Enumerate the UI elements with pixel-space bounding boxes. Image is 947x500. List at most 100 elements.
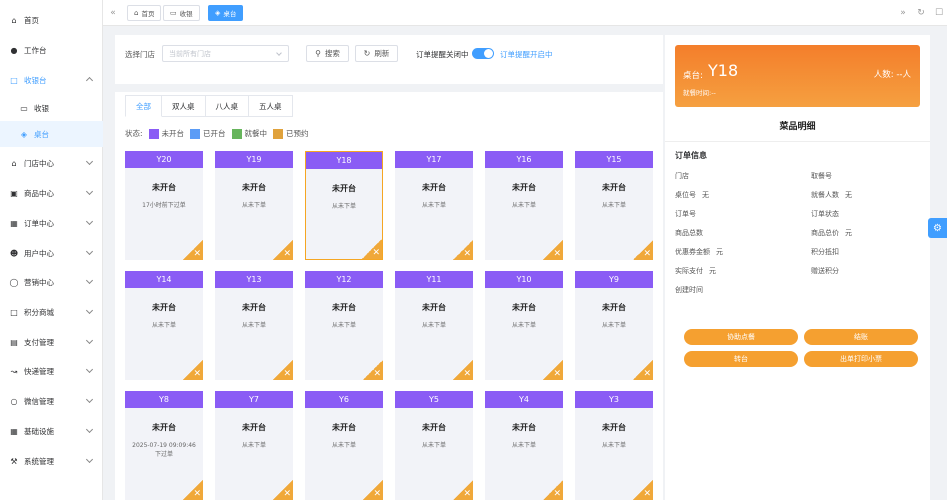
table-card[interactable]: Y5 未开台 从未下单 ✕ xyxy=(395,391,473,500)
table-card[interactable]: Y7 未开台 从未下单 ✕ xyxy=(215,391,293,500)
close-icon: ✕ xyxy=(283,489,291,499)
table-card[interactable]: Y13 未开台 从未下单 ✕ xyxy=(215,271,293,380)
sidebar-item-product-center[interactable]: ▣ 商品中心 xyxy=(0,180,103,206)
tab-eight-person[interactable]: 八人桌 xyxy=(205,95,249,117)
table-name: Y19 xyxy=(215,151,293,168)
table-order-note: 从未下单 xyxy=(241,322,266,329)
field-pickup-number: 取餐号 xyxy=(811,171,838,181)
sidebar-item-wechat[interactable]: ○ 微信管理 xyxy=(0,388,103,414)
tab-label: 桌台 xyxy=(223,10,237,18)
chevron-down-icon xyxy=(85,336,94,345)
sidebar-item-order-center[interactable]: ▦ 订单中心 xyxy=(0,210,103,236)
legend-item: 已开台 xyxy=(190,128,226,139)
sidebar-item-user-center[interactable]: ☻ 用户中心 xyxy=(0,240,103,266)
tab-tables[interactable]: ◈ 桌台 xyxy=(208,5,244,21)
table-name: Y14 xyxy=(125,271,203,288)
field-key: 商品总价 xyxy=(811,229,839,237)
field-value: 元 xyxy=(845,229,852,237)
tab-five-person[interactable]: 五人桌 xyxy=(249,95,293,117)
tab-two-person[interactable]: 双人桌 xyxy=(162,95,206,117)
legend-item: 未开台 xyxy=(148,128,185,139)
sidebar-item-checkout[interactable]: ▭ 收银 xyxy=(0,95,103,121)
close-icon: ✕ xyxy=(463,489,471,499)
sidebar-item-label: 营销中心 xyxy=(24,277,54,287)
store-select[interactable]: 当前所有门店 xyxy=(162,45,289,62)
sidebar-item-express[interactable]: ↝ 快递管理 xyxy=(0,358,103,384)
close-tabs-icon[interactable]: ☐ xyxy=(931,5,947,21)
sidebar-item-system[interactable]: ⚒ 系统管理 xyxy=(0,448,103,474)
table-order-note: 从未下单 xyxy=(421,202,446,209)
close-icon: ✕ xyxy=(193,249,201,259)
table-corner-badge: ✕ xyxy=(543,480,563,500)
refresh-button[interactable]: ↻ 刷新 xyxy=(355,45,398,62)
chevron-down-icon xyxy=(85,365,94,374)
table-corner-badge: ✕ xyxy=(363,360,383,380)
sidebar-item-points-mall[interactable]: □ 积分商城 xyxy=(0,299,103,325)
order-detail-panel: 桌台: Y18 人数: --人 就餐时间:-- 菜品明细 订单信息 门店 桌位号… xyxy=(665,35,930,500)
scroll-right-icon[interactable]: » xyxy=(895,5,911,21)
transfer-table-button[interactable]: 转台 xyxy=(684,351,798,367)
table-card[interactable]: Y3 未开台 从未下单 ✕ xyxy=(575,391,653,500)
tab-all[interactable]: 全部 xyxy=(125,95,162,117)
chevron-down-icon xyxy=(85,247,94,256)
table-card[interactable]: Y19 未开台 从未下单 ✕ xyxy=(215,151,293,260)
table-card[interactable]: Y18 未开台 从未下单 ✕ xyxy=(305,151,383,260)
sidebar-item-cashier[interactable]: □ 收银台 xyxy=(0,67,103,93)
assist-order-button[interactable]: 协助点餐 xyxy=(684,329,798,345)
search-button[interactable]: ⚲ 搜索 xyxy=(306,45,349,62)
table-corner-badge: ✕ xyxy=(453,360,473,380)
settings-gear-icon[interactable]: ⚙ xyxy=(928,218,947,238)
monitor-icon: ▭ xyxy=(170,9,177,17)
table-corner-badge: ✕ xyxy=(273,480,293,500)
table-corner-badge: ✕ xyxy=(183,480,203,500)
table-name: Y20 xyxy=(125,151,203,168)
table-card[interactable]: Y11 未开台 从未下单 ✕ xyxy=(395,271,473,380)
legend-label: 就餐中 xyxy=(244,129,268,138)
chevron-down-icon xyxy=(276,50,282,56)
table-card[interactable]: Y20 未开台 17小时前下过单 ✕ xyxy=(125,151,203,260)
field-created-time: 创建时间 xyxy=(675,285,709,295)
table-corner-badge: ✕ xyxy=(453,240,473,260)
sidebar-item-home[interactable]: ⌂ 首页 xyxy=(0,7,103,33)
table-corner-badge: ✕ xyxy=(633,240,653,260)
sidebar-item-marketing-center[interactable]: ◯ 营销中心 xyxy=(0,269,103,295)
sidebar-item-workbench[interactable]: ● 工作台 xyxy=(0,37,103,63)
table-card[interactable]: Y15 未开台 从未下单 ✕ xyxy=(575,151,653,260)
checkout-button[interactable]: 结账 xyxy=(804,329,918,345)
sidebar-item-infrastructure[interactable]: ▦ 基础设施 xyxy=(0,418,103,444)
table-card[interactable]: Y9 未开台 从未下单 ✕ xyxy=(575,271,653,380)
close-icon: ✕ xyxy=(463,369,471,379)
sidebar-item-store-center[interactable]: ⌂ 门店中心 xyxy=(0,150,103,176)
order-reminder-toggle[interactable] xyxy=(472,48,494,59)
table-card[interactable]: Y12 未开台 从未下单 ✕ xyxy=(305,271,383,380)
table-card[interactable]: Y8 未开台 2025-07-19 09:09:46下过单 ✕ xyxy=(125,391,203,500)
refresh-icon[interactable]: ↻ xyxy=(913,5,929,21)
table-card[interactable]: Y14 未开台 从未下单 ✕ xyxy=(125,271,203,380)
close-icon: ✕ xyxy=(372,248,380,258)
legend-label: 已开台 xyxy=(203,129,226,138)
sidebar-item-tables[interactable]: ◈ 桌台 xyxy=(0,121,103,147)
tab-bar: « ⌂ 首页 ▭ 收银 ◈ 桌台 » ↻ ☐ xyxy=(103,0,947,26)
sidebar-item-payment[interactable]: ▤ 支付管理 xyxy=(0,329,103,355)
table-card[interactable]: Y17 未开台 从未下单 ✕ xyxy=(395,151,473,260)
divider xyxy=(115,84,663,92)
table-card[interactable]: Y4 未开台 从未下单 ✕ xyxy=(485,391,563,500)
table-name: Y6 xyxy=(305,391,383,408)
sidebar-item-label: 用户中心 xyxy=(24,248,54,258)
close-icon: ✕ xyxy=(553,369,561,379)
table-corner-badge: ✕ xyxy=(633,480,653,500)
table-card[interactable]: Y10 未开台 从未下单 ✕ xyxy=(485,271,563,380)
table-corner-badge: ✕ xyxy=(183,360,203,380)
table-card[interactable]: Y16 未开台 从未下单 ✕ xyxy=(485,151,563,260)
legend-label: 未开台 xyxy=(161,129,185,138)
tables-panel: 选择门店 当前所有门店 ⚲ 搜索 ↻ 刷新 订单提醒关闭中 订单提醒开启中 全部… xyxy=(115,35,663,500)
wechat-icon: ○ xyxy=(10,396,18,406)
tab-home[interactable]: ⌂ 首页 xyxy=(127,5,162,21)
tab-checkout[interactable]: ▭ 收银 xyxy=(163,5,200,21)
table-status: 未开台 xyxy=(152,183,176,192)
table-card[interactable]: Y6 未开台 从未下单 ✕ xyxy=(305,391,383,500)
scroll-left-icon[interactable]: « xyxy=(105,5,121,21)
print-receipt-button[interactable]: 出单打印小票 xyxy=(804,351,918,367)
selected-table-name: Y18 xyxy=(708,61,739,80)
field-key: 商品总数 xyxy=(675,229,703,237)
